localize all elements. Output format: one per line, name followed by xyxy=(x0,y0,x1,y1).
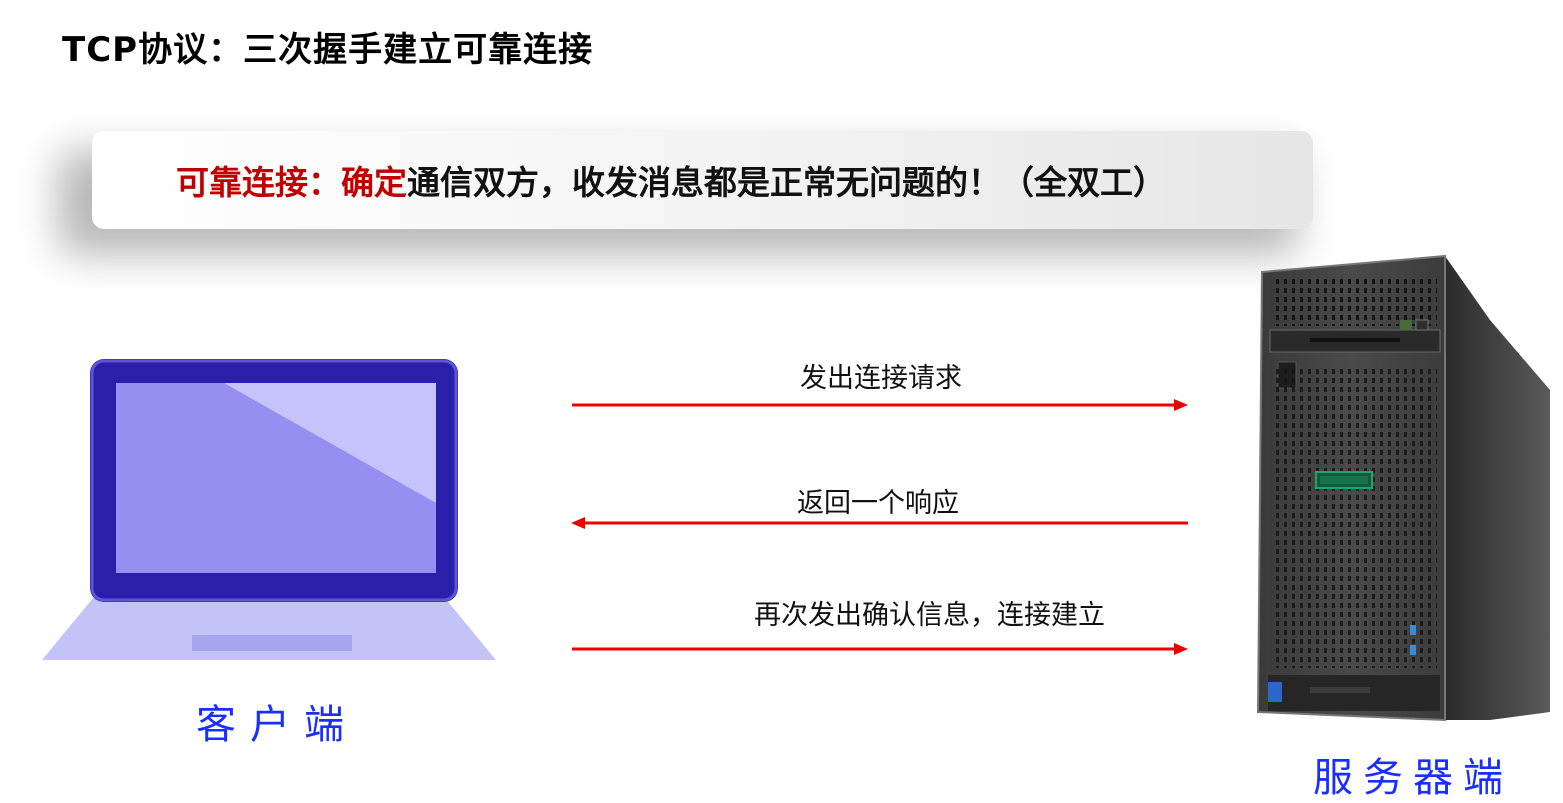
message-label: 返回一个响应 xyxy=(797,488,959,519)
arrow-1 xyxy=(572,399,1188,411)
client-label: 客户端 xyxy=(196,702,358,748)
server-label: 服务器端 xyxy=(1313,755,1513,801)
arrow-3 xyxy=(572,643,1188,655)
message-label: 发出连接请求 xyxy=(800,363,962,394)
message-label: 再次发出确认信息，连接建立 xyxy=(754,600,1105,631)
server-icon xyxy=(1256,254,1550,722)
